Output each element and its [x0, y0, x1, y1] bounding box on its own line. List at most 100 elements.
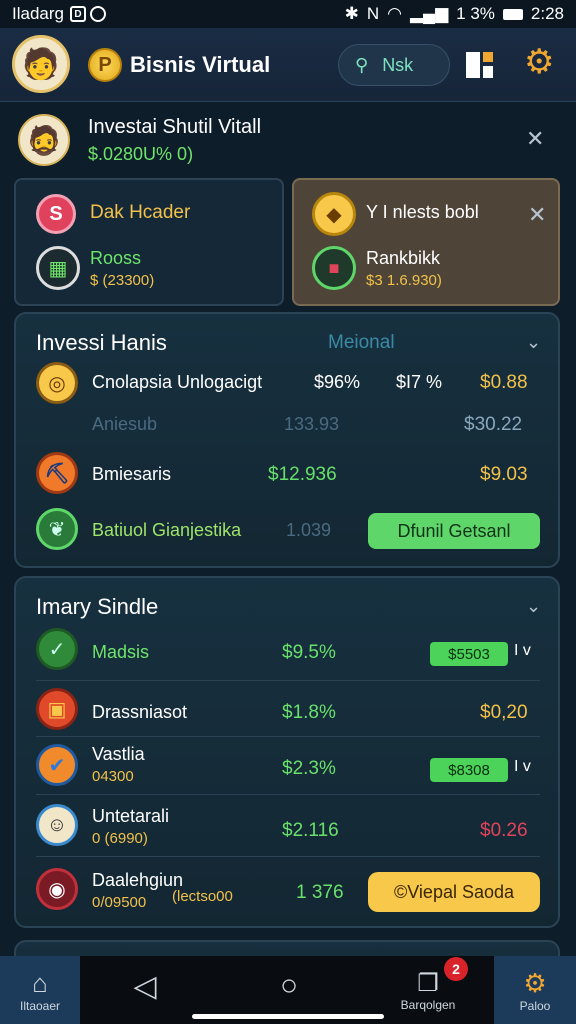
back-button[interactable]: ◁ [110, 956, 180, 1016]
panel2-row2-name: Drassniasot [92, 702, 188, 722]
card-left-label: Dak Hcader [90, 202, 191, 223]
pickaxe-icon: ⛏ [36, 452, 78, 494]
card-left[interactable]: S Dak Hcader ▦ Rooss $ (23300) [14, 178, 284, 306]
home-circle-button[interactable]: ○ [254, 956, 324, 1016]
chest-icon: ▣ [36, 688, 78, 730]
battery-percent: 1 3% [456, 4, 495, 23]
panel1-row4-name: Batiuol Gianjestika [92, 520, 242, 540]
search-icon: ⚲ [355, 54, 369, 75]
status-bar: Iladarg D ✱ N ◠ ▂▄▆ 1 3% 2:28 [0, 0, 576, 28]
panel2-row1-value: $9.5% [282, 642, 336, 663]
card-right[interactable]: ◆ Y I nlests bobl ✕ ■ Rankbikk $3 1.6.93… [292, 178, 560, 306]
profile-avatar[interactable]: 🧔 [18, 114, 70, 166]
panel2-row1-name: Madsis [92, 642, 150, 662]
card-right-subtitle: Rankbikk [366, 248, 441, 268]
card-right-value: $3 1.6.930) [366, 272, 442, 289]
panel1-row3-col3: $9.03 [480, 464, 528, 485]
nav-settings-label: Paloo [519, 998, 551, 1013]
panel1-tab[interactable]: Meional [328, 332, 395, 354]
panel2-row1-pill[interactable]: $5503 [430, 642, 508, 666]
back-triangle-icon: ◁ [133, 969, 157, 1003]
checkmark-icon: ✔ [36, 744, 78, 786]
wifi-icon: ◠ [387, 4, 402, 23]
panel1-row1-col3: $0.88 [480, 372, 528, 393]
card-left-value: $ (23300) [90, 272, 155, 289]
panel2-row5-sub: 0/09500 [92, 894, 147, 911]
panel1-row4-col2: 1.039 [286, 520, 332, 540]
person-avatar-icon: ☺ [36, 804, 78, 846]
panel2-row1-suffix[interactable]: I v [514, 642, 531, 660]
grid-icon[interactable] [466, 52, 494, 78]
card-right-title: Y I nlests bobl [366, 202, 479, 222]
home-circle-icon: ○ [279, 969, 299, 1002]
recents-icon: ❐ [417, 969, 439, 997]
search-button[interactable]: ⚲ Nsk [338, 44, 450, 86]
panel1-row1-name: Cnolapsia Unlogacigt [92, 372, 263, 392]
leader-icon: S [36, 194, 76, 234]
invest-panel: Invessi Hanis Meional ⌄ ◎ Cnolapsia Unlo… [14, 312, 560, 568]
card-left-title: Rooss [90, 248, 142, 268]
eye-shield-icon: ◉ [36, 868, 78, 910]
settings-gear-icon[interactable]: ⚙ [524, 42, 554, 82]
panel2-row5-sub2: (lectso00 [172, 888, 233, 905]
nav-settings[interactable]: ⚙ Paloo [494, 956, 576, 1024]
app-bar: 🧑 P Bisnis Virtual ⚲ Nsk ⚙ [0, 28, 576, 102]
money-stack-icon: ▦ [36, 246, 80, 290]
bottom-nav: ⌂ Iltaoaer ◁ ○ ❐ Barqolgen 2 ⚙ Paloo [0, 956, 576, 1024]
panel2-row3-sub: 04300 [92, 768, 134, 785]
profile-row: 🧔 Investai Shutil Vitall $.0280U% 0) ✕ [0, 104, 576, 174]
notification-badge: 2 [444, 957, 468, 981]
chevron-down-icon[interactable]: ⌄ [526, 332, 541, 353]
panel2-row2-value: $1.8% [282, 702, 336, 723]
nav-home-label: Iltaoaer [19, 998, 61, 1013]
divider [36, 856, 540, 857]
panel2-row5-name: Daalehgiun [92, 870, 184, 890]
panel1-row3-col2: $12.936 [268, 464, 337, 485]
panel2-row5-value: 1 376 [296, 882, 344, 903]
divider [36, 794, 540, 795]
nav-settings-gear-icon: ⚙ [523, 967, 547, 998]
panel2-row3-value: $2.3% [282, 758, 336, 779]
get-started-button[interactable]: Dfunil Getsanl [368, 513, 540, 549]
home-icon: ⌂ [32, 967, 48, 998]
special-offer-button[interactable]: ©Viepal Saoda [368, 872, 540, 912]
panel2-title: Imary Sindle [36, 594, 159, 619]
panel1-row2-name: Aniesub [92, 414, 158, 434]
signal-icon: ▂▄▆ [409, 4, 449, 23]
nav-bag-label: Barqolgen [400, 997, 456, 1012]
panel1-row3-name: Bmiesaris [92, 464, 172, 484]
clock: 2:28 [530, 4, 564, 23]
app-title: Bisnis Virtual [130, 52, 271, 77]
panel2-row4-value: $2.116 [282, 820, 339, 841]
home-indicator [192, 1014, 384, 1019]
close-icon[interactable]: ✕ [526, 126, 544, 152]
coins-icon: ◎ [36, 362, 78, 404]
divider [36, 680, 540, 681]
panel1-row2-col3: $30.22 [464, 414, 523, 435]
leaf-icon: ❦ [36, 508, 78, 550]
notification-c-icon [89, 6, 106, 22]
notification-d-icon: D [69, 6, 86, 22]
nav-home[interactable]: ⌂ Iltaoaer [0, 956, 80, 1024]
panel2-row4-right: $0.26 [480, 820, 528, 841]
user-avatar[interactable]: 🧑 [12, 35, 70, 93]
coin-icon: P [88, 48, 122, 82]
carrier-label: Iladarg [12, 4, 64, 23]
panel1-row2-col2: 133.93 [284, 414, 340, 434]
search-label: Nsk [382, 54, 414, 75]
profile-face-icon: 🧔 [26, 124, 62, 156]
panel1-title: Invessi Hanis [36, 330, 167, 355]
summary-panel: Imary Sindle ⌄ ✓ Madsis $9.5% $5503 I v … [14, 576, 560, 928]
battery-icon [502, 8, 523, 20]
panel2-row3-suffix[interactable]: I v [514, 758, 531, 776]
bank-icon: ■ [312, 246, 356, 290]
panel1-row1-col2: $I7 % [396, 372, 443, 392]
panel2-chevron-down-icon[interactable]: ⌄ [526, 596, 541, 617]
profile-name: Investai Shutil Vitall [88, 116, 262, 138]
panel2-row2-right: $0,20 [480, 702, 528, 723]
profile-value: $.0280U% 0) [88, 144, 194, 164]
panel2-row3-pill[interactable]: $8308 [430, 758, 508, 782]
mute-icon: N [366, 4, 380, 23]
card-right-close-icon[interactable]: ✕ [528, 202, 546, 228]
avatar-face-icon: 🧑 [22, 47, 60, 81]
